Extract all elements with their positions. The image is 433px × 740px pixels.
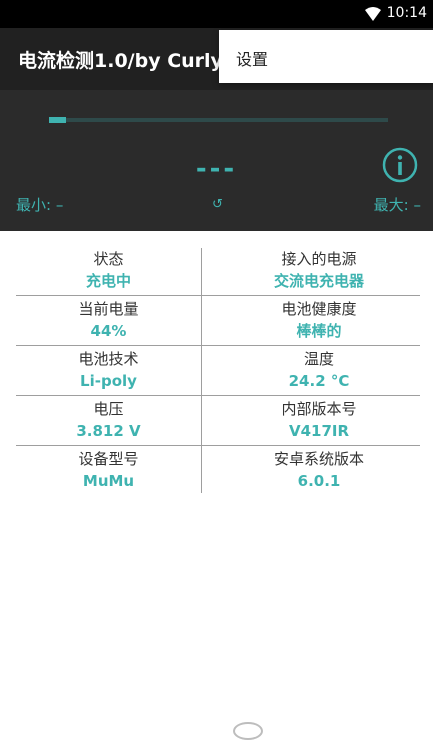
cell-value: MuMu (82, 472, 135, 490)
table-row: 状态 充电中 接入的电源 交流电充电器 (16, 246, 420, 296)
menu-item-settings[interactable]: 设置 (236, 46, 268, 70)
cell-value: 44% (90, 322, 127, 340)
cell-value: 充电中 (85, 272, 131, 290)
cell-value: V417IR (288, 422, 350, 440)
current-reading: --- (195, 154, 238, 184)
cell-value: Li-poly (80, 372, 137, 390)
table-row: 当前电量 44% 电池健康度 棒棒的 (16, 296, 420, 346)
current-progress-bar (49, 117, 388, 123)
reset-icon[interactable]: ↺ (212, 197, 223, 212)
cell-label: 状态 (93, 250, 124, 268)
table-cell: 内部版本号 V417IR (218, 396, 420, 445)
current-progress-fill (49, 117, 66, 123)
table-cell: 当前电量 44% (16, 296, 201, 345)
table-cell: 温度 24.2 °C (218, 346, 420, 395)
max-current-label: 最大: – (373, 196, 421, 214)
table-cell: 安卓系统版本 6.0.1 (218, 446, 420, 495)
wifi-icon (365, 7, 381, 21)
cell-label: 设备型号 (78, 450, 139, 468)
table-cell: 电压 3.812 V (16, 396, 201, 445)
current-monitor-panel: --- 最小: – ↺ 最大: – (0, 90, 433, 231)
overflow-menu: 设置 (219, 30, 433, 83)
cell-label: 安卓系统版本 (273, 450, 364, 468)
table-row: 电池技术 Li-poly 温度 24.2 °C (16, 346, 420, 396)
table-cell: 状态 充电中 (16, 246, 201, 295)
app-title: 电流检测1.0/by Curly (18, 50, 223, 72)
cell-label: 电压 (93, 400, 124, 418)
cell-label: 内部版本号 (281, 400, 357, 418)
status-bar: 10:14 (0, 0, 433, 28)
table-cell: 电池技术 Li-poly (16, 346, 201, 395)
cell-label: 电池技术 (78, 350, 139, 368)
table-cell: 设备型号 MuMu (16, 446, 201, 495)
battery-info-table: 状态 充电中 接入的电源 交流电充电器 当前电量 44% 电池健康度 棒棒的 电… (16, 246, 420, 495)
table-row: 设备型号 MuMu 安卓系统版本 6.0.1 (16, 446, 420, 495)
cell-value: 6.0.1 (297, 472, 341, 490)
cell-label: 电池健康度 (281, 300, 357, 318)
table-cell: 电池健康度 棒棒的 (218, 296, 420, 345)
cell-label: 接入的电源 (281, 250, 357, 268)
cell-label: 温度 (303, 350, 334, 368)
cell-value: 3.812 V (76, 422, 141, 440)
info-icon[interactable] (382, 147, 418, 183)
status-clock: 10:14 (386, 5, 427, 21)
cell-label: 当前电量 (78, 300, 139, 318)
bottom-edge-icon (233, 722, 263, 740)
table-row: 电压 3.812 V 内部版本号 V417IR (16, 396, 420, 446)
cell-value: 24.2 °C (288, 372, 350, 390)
cell-value: 交流电充电器 (273, 272, 364, 290)
cell-value: 棒棒的 (296, 322, 342, 340)
min-current-label: 最小: – (16, 196, 64, 214)
table-cell: 接入的电源 交流电充电器 (218, 246, 420, 295)
